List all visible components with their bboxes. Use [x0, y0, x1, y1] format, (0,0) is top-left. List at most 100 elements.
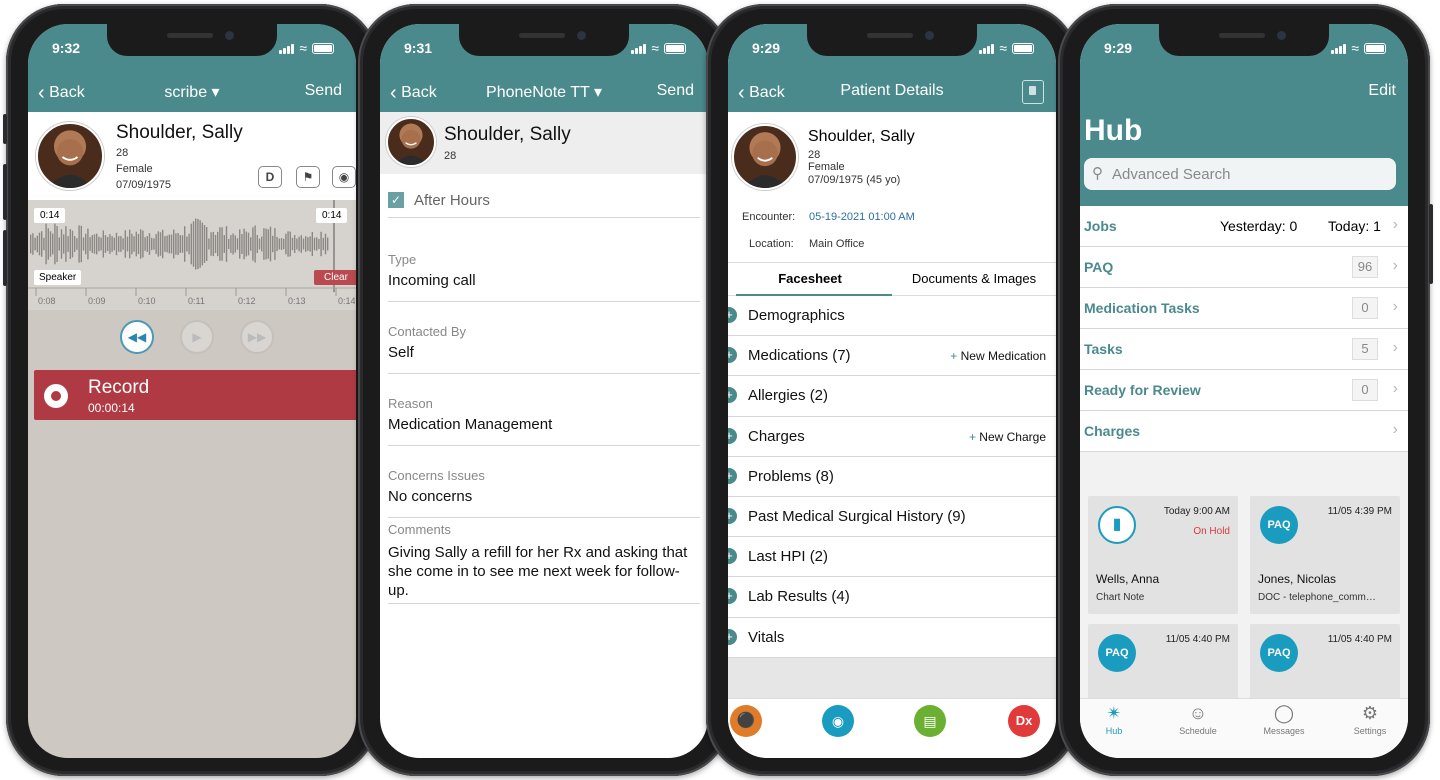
dictation-button[interactable]: D — [258, 166, 282, 188]
after-hours-label: After Hours — [414, 192, 490, 209]
section-row[interactable]: + Past Medical Surgical History (9) — [728, 497, 1056, 538]
new-item-button[interactable]: + New Medication — [950, 349, 1046, 363]
rewind-icon: ◀◀ — [127, 330, 147, 344]
section-row[interactable]: + Vitals — [728, 618, 1056, 658]
form-field[interactable]: Contacted By Self — [388, 302, 700, 374]
paq-badge: PAQ — [1098, 634, 1136, 672]
wave-bar — [107, 236, 109, 252]
wave-bar — [320, 231, 322, 257]
section-row[interactable]: + Medications (7) + New Medication — [728, 336, 1056, 377]
clipboard-button[interactable] — [1022, 80, 1044, 104]
section-row[interactable]: + Problems (8) — [728, 457, 1056, 497]
wave-bar — [300, 235, 302, 253]
action-bar: ⚫ ◉ ▤ Dx — [728, 698, 1056, 758]
wave-bar — [324, 233, 327, 255]
edit-button[interactable]: Edit — [1368, 82, 1396, 100]
wave-bar — [247, 232, 250, 256]
waveform-panel[interactable]: 0:08 0:09 0:10 0:11 0:12 0:13 0:14 0:14 0:14 S… — [28, 200, 356, 310]
speaker-button[interactable]: Speaker — [34, 270, 82, 285]
hub-row[interactable]: Medication Tasks 0 › — [1080, 288, 1408, 329]
status-time: 9:32 — [52, 40, 81, 56]
search-input[interactable]: ⚲ Advanced Search — [1084, 158, 1396, 190]
section-row[interactable]: + Lab Results (4) — [728, 577, 1056, 618]
after-hours-checkbox[interactable]: ✓ After Hours — [388, 188, 700, 218]
clipboard-icon — [1029, 86, 1036, 95]
section-row[interactable]: + Charges + New Charge — [728, 417, 1056, 457]
patient-sex: Female — [808, 161, 845, 173]
tab-messages[interactable]: ◯ Messages — [1256, 703, 1312, 736]
hub-row[interactable]: Charges › — [1080, 411, 1408, 452]
task-card[interactable]: PAQ11/05 4:40 PMJones, Nicolas — [1250, 624, 1400, 700]
camera-button[interactable]: ◉ — [332, 166, 356, 188]
chevron-right-icon: › — [1392, 380, 1398, 397]
wave-bar — [256, 234, 258, 254]
patient-header: Shoulder, Sally 28 — [380, 112, 708, 174]
form-field[interactable]: Type Incoming call — [388, 230, 700, 302]
send-button[interactable]: Send — [305, 82, 342, 100]
tab-hub[interactable]: ✴ Hub — [1086, 703, 1142, 736]
encounter-link[interactable]: 05-19-2021 01:00 AM — [809, 211, 915, 223]
waveform[interactable]: 0:08 0:09 0:10 0:11 0:12 0:13 0:14 — [28, 200, 356, 310]
wave-bar — [179, 235, 181, 253]
wave-bar — [85, 233, 87, 255]
hub-row[interactable]: Ready for Review 0 › — [1080, 370, 1408, 411]
message-icon: ▤ — [923, 713, 937, 729]
messages-icon: ◯ — [1273, 703, 1295, 723]
wave-bar — [155, 234, 157, 254]
card-time: 11/05 4:39 PM — [1327, 506, 1392, 517]
wave-bar — [190, 223, 192, 265]
wave-bar — [30, 234, 32, 254]
form-field[interactable]: Concerns Issues No concerns — [388, 446, 700, 518]
wave-bar — [327, 237, 329, 251]
status-badge: On Hold — [1193, 526, 1230, 537]
tab-bar: ✴ Hub ☺ Schedule ◯ Messages ⚙ Settings — [1080, 698, 1408, 758]
wave-bar — [122, 238, 124, 250]
comments-field[interactable]: Comments Giving Sally a refill for her R… — [388, 516, 700, 604]
tab-settings[interactable]: ⚙ Settings — [1342, 703, 1398, 736]
hub-row[interactable]: PAQ 96 › — [1080, 247, 1408, 288]
wave-bar — [151, 237, 153, 251]
battery-icon — [664, 42, 686, 54]
rewind-button[interactable]: ◀◀ — [120, 320, 154, 354]
wave-bar — [223, 235, 225, 253]
section-row[interactable]: + Allergies (2) — [728, 376, 1056, 417]
forward-button[interactable]: ▶▶ — [240, 320, 274, 354]
dx-button[interactable]: Dx — [1008, 705, 1040, 737]
microphone-button[interactable]: ⚫ — [730, 705, 762, 737]
tab-facesheet[interactable]: Facesheet — [728, 271, 892, 286]
task-card[interactable]: PAQ11/05 4:40 PMJones, Nicolas — [1088, 624, 1238, 700]
wave-bar — [47, 228, 49, 260]
wave-bar — [199, 220, 201, 268]
flag-button[interactable]: ⚑ — [296, 166, 320, 188]
task-card[interactable]: ▮ Today 9:00 AM On Hold Wells, Anna Chart No… — [1088, 496, 1238, 614]
wave-bar — [102, 230, 104, 258]
wave-bar — [76, 238, 78, 250]
wave-bar — [263, 228, 265, 260]
tab-schedule[interactable]: ☺ Schedule — [1170, 703, 1226, 736]
wifi-icon: ≈ — [651, 40, 659, 56]
form-field[interactable]: Reason Medication Management — [388, 374, 700, 446]
hub-row[interactable]: Tasks 5 › — [1080, 329, 1408, 370]
camera-button[interactable]: ◉ — [822, 705, 854, 737]
wave-bar — [43, 237, 45, 251]
play-button[interactable]: ▶ — [180, 320, 214, 354]
section-row[interactable]: + Demographics — [728, 296, 1056, 337]
send-button[interactable]: Send — [657, 82, 694, 100]
wave-bar — [192, 221, 195, 267]
jobs-row[interactable]: Jobs Yesterday: 0 Today: 1 › — [1080, 206, 1408, 247]
patient-name: Shoulder, Sally — [808, 128, 915, 145]
clear-button[interactable]: Clear — [314, 270, 356, 285]
count-badge: 5 — [1352, 338, 1378, 360]
wave-bar — [71, 230, 74, 258]
record-button[interactable]: Record 00:00:14 — [34, 370, 356, 420]
wave-bar — [131, 233, 133, 255]
task-card[interactable]: PAQ 11/05 4:39 PM Jones, Nicolas DOC - tele… — [1250, 496, 1400, 614]
new-item-button[interactable]: + New Charge — [969, 430, 1046, 444]
chevron-right-icon: › — [1392, 257, 1398, 274]
wave-bar — [96, 233, 98, 255]
tab-documents-images[interactable]: Documents & Images — [892, 271, 1056, 286]
wave-bar — [280, 238, 283, 250]
jobs-label: Jobs — [1084, 218, 1117, 234]
message-button[interactable]: ▤ — [914, 705, 946, 737]
section-row[interactable]: + Last HPI (2) — [728, 537, 1056, 578]
